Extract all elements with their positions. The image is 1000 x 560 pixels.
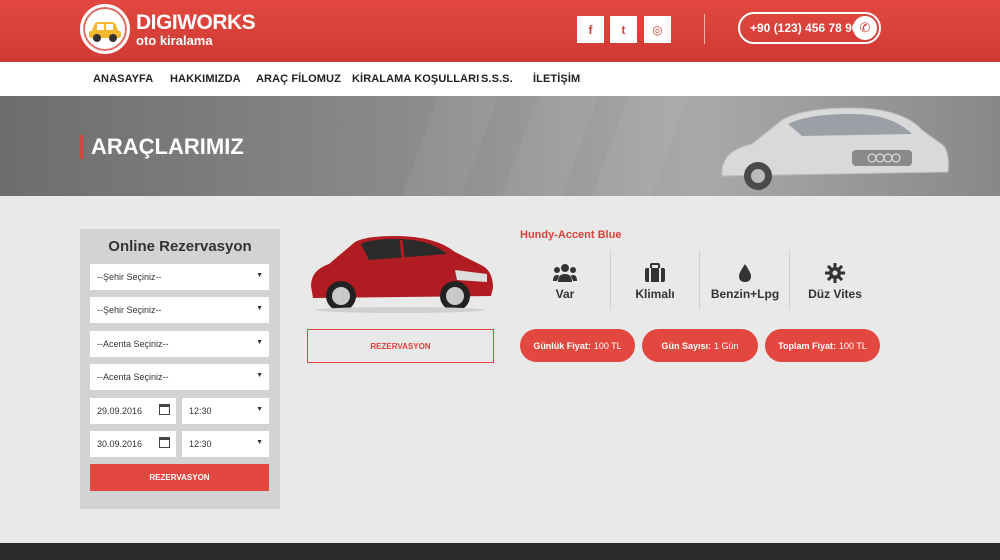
pickup-agency-value: --Acenta Seçiniz--	[97, 339, 169, 349]
caret-down-icon: ▼	[256, 372, 263, 379]
reservation-submit-button[interactable]: REZERVASYON	[90, 464, 269, 491]
nav-item-about[interactable]: HAKKIMIZDA	[170, 73, 241, 85]
twitter-icon[interactable]: t	[610, 16, 637, 43]
facebook-icon[interactable]: f	[577, 16, 604, 43]
car-logo-icon	[80, 4, 130, 54]
top-header: DIGIWORKS oto kiralama f t ◎ +90 (123) 4…	[0, 0, 1000, 62]
pickup-city-select[interactable]: --Şehir Seçiniz-- ▼	[90, 264, 269, 290]
return-date-value: 30.09.2016	[97, 439, 143, 449]
gear-icon	[790, 261, 880, 285]
car-image	[311, 236, 493, 313]
return-time-select[interactable]: 12:30 ▼	[182, 431, 269, 457]
phone-number: +90 (123) 456 78 90	[750, 21, 859, 35]
caret-down-icon: ▼	[256, 305, 263, 312]
caret-down-icon: ▼	[256, 439, 263, 446]
return-time-value: 12:30	[189, 439, 212, 449]
feature-label: Benzin+Lpg	[710, 287, 780, 301]
users-icon	[520, 261, 610, 285]
feature-label: Var	[555, 287, 575, 301]
pickup-city-value: --Şehir Seçiniz--	[97, 272, 162, 282]
pickup-date-value: 29.09.2016	[97, 406, 143, 416]
feature-label: Klimalı	[635, 287, 675, 301]
feature-air-conditioning: Klimalı	[610, 250, 700, 310]
header-divider	[704, 14, 705, 44]
logo[interactable]: DIGIWORKS oto kiralama	[80, 4, 256, 54]
pill-value: 1 Gün	[713, 340, 739, 351]
main-nav: ANASAYFA HAKKIMIZDA ARAÇ FİLOMUZ KİRALAM…	[0, 62, 1000, 96]
return-city-value: --Şehir Seçiniz--	[97, 305, 162, 315]
logo-subtitle: oto kiralama	[136, 32, 213, 48]
car-reservation-button[interactable]: REZERVASYON	[307, 329, 494, 363]
return-city-select[interactable]: --Şehir Seçiniz-- ▼	[90, 297, 269, 323]
pill-label: Toplam Fiyat:	[778, 340, 836, 351]
page-banner: ARAÇLARIMIZ	[0, 96, 1000, 196]
feature-label: Düz Vites	[808, 287, 862, 301]
pickup-time-value: 12:30	[189, 406, 212, 416]
fuel-drop-icon	[700, 261, 790, 285]
feature-fuel: Benzin+Lpg	[700, 250, 790, 310]
instagram-icon[interactable]: ◎	[644, 16, 671, 43]
footer	[0, 543, 1000, 560]
nav-item-fleet[interactable]: ARAÇ FİLOMUZ	[256, 73, 341, 85]
banner-car-image	[721, 107, 949, 190]
car-name[interactable]: Hundy-Accent Blue	[520, 229, 621, 241]
caret-down-icon: ▼	[256, 339, 263, 346]
return-agency-select[interactable]: --Acenta Seçiniz-- ▼	[90, 364, 269, 390]
calendar-icon[interactable]	[159, 437, 170, 448]
day-count-badge: Gün Sayısı: 1 Gün	[642, 329, 758, 362]
briefcase-icon	[610, 261, 700, 285]
return-agency-value: --Acenta Seçiniz--	[97, 372, 169, 382]
pickup-agency-select[interactable]: --Acenta Seçiniz-- ▼	[90, 331, 269, 357]
page-title: ARAÇLARIMIZ	[80, 135, 244, 159]
feature-transmission: Düz Vites	[790, 250, 880, 310]
pickup-date-input[interactable]: 29.09.2016	[90, 398, 176, 424]
total-price-badge: Toplam Fiyat: 100 TL	[765, 329, 880, 362]
nav-item-contact[interactable]: İLETİŞİM	[533, 73, 580, 85]
feature-passengers: Var	[520, 250, 610, 310]
reservation-panel: Online Rezervasyon --Şehir Seçiniz-- ▼ -…	[80, 229, 280, 509]
caret-down-icon: ▼	[256, 406, 263, 413]
phone-button[interactable]: +90 (123) 456 78 90 ✆	[738, 12, 881, 44]
pill-label: Gün Sayısı:	[661, 340, 711, 351]
caret-down-icon: ▼	[256, 272, 263, 279]
pickup-time-select[interactable]: 12:30 ▼	[182, 398, 269, 424]
nav-item-rental-terms[interactable]: KİRALAMA KOŞULLARI	[352, 73, 479, 85]
pill-value: 100 TL	[838, 340, 867, 351]
phone-icon: ✆	[853, 16, 877, 40]
daily-price-badge: Günlük Fiyat: 100 TL	[520, 329, 635, 362]
pill-value: 100 TL	[593, 340, 622, 351]
logo-brand: DIGIWORKS	[136, 10, 256, 34]
calendar-icon[interactable]	[159, 404, 170, 415]
nav-item-home[interactable]: ANASAYFA	[93, 73, 153, 85]
pill-label: Günlük Fiyat:	[533, 340, 591, 351]
reservation-title: Online Rezervasyon	[108, 238, 252, 255]
nav-item-faq[interactable]: S.S.S.	[481, 73, 513, 85]
return-date-input[interactable]: 30.09.2016	[90, 431, 176, 457]
